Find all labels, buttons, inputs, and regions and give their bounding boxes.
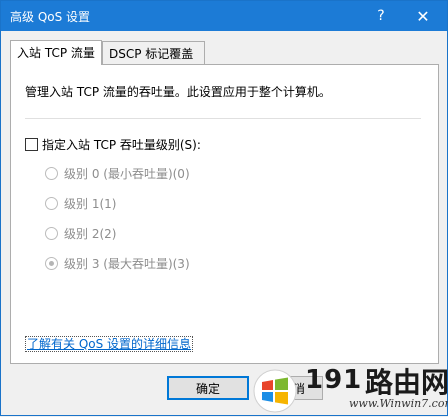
divider <box>25 118 421 119</box>
radio-level-3[interactable]: 级别 3 (最大吞吐量)(3) <box>45 255 190 272</box>
ok-button[interactable]: 确定 <box>167 376 249 400</box>
qos-help-link[interactable]: 了解有关 QoS 设置的详细信息 <box>25 335 194 352</box>
dialog-buttons: 确定 取消 <box>1 376 448 408</box>
tab-inbound-tcp[interactable]: 入站 TCP 流量 <box>10 40 102 65</box>
radio-label: 级别 0 (最小吞吐量)(0) <box>64 167 190 181</box>
radio-level-2[interactable]: 级别 2(2) <box>45 225 116 242</box>
throughput-checkbox-row[interactable]: 指定入站 TCP 吞吐量级别(S): <box>25 136 201 153</box>
radio-button[interactable] <box>45 167 58 180</box>
tab-panel-inbound: 管理入站 TCP 流量的吞吐量。此设置应用于整个计算机。 指定入站 TCP 吞吐… <box>10 64 439 364</box>
help-button[interactable]: ? <box>363 1 399 31</box>
qos-dialog: 高级 QoS 设置 ? ✕ 入站 TCP 流量 DSCP 标记覆盖 管理入站 T… <box>0 0 448 416</box>
radio-label: 级别 3 (最大吞吐量)(3) <box>64 257 190 271</box>
radio-level-1[interactable]: 级别 1(1) <box>45 195 116 212</box>
title-bar: 高级 QoS 设置 ? ✕ <box>1 1 447 31</box>
qos-help-link-text[interactable]: 了解有关 QoS 设置的详细信息 <box>25 336 194 352</box>
close-button[interactable]: ✕ <box>405 1 441 31</box>
radio-button-selected[interactable] <box>45 257 58 270</box>
radio-button[interactable] <box>45 197 58 210</box>
radio-label: 级别 2(2) <box>64 227 117 241</box>
throughput-checkbox[interactable] <box>25 138 38 151</box>
cancel-button[interactable]: 取消 <box>263 376 323 400</box>
throughput-checkbox-label: 指定入站 TCP 吞吐量级别(S): <box>42 138 201 152</box>
radio-label: 级别 1(1) <box>64 197 117 211</box>
radio-level-0[interactable]: 级别 0 (最小吞吐量)(0) <box>45 165 190 182</box>
tab-dscp-override[interactable]: DSCP 标记覆盖 <box>102 41 205 64</box>
radio-button[interactable] <box>45 227 58 240</box>
panel-description: 管理入站 TCP 流量的吞吐量。此设置应用于整个计算机。 <box>25 85 331 99</box>
window-title: 高级 QoS 设置 <box>10 10 91 24</box>
